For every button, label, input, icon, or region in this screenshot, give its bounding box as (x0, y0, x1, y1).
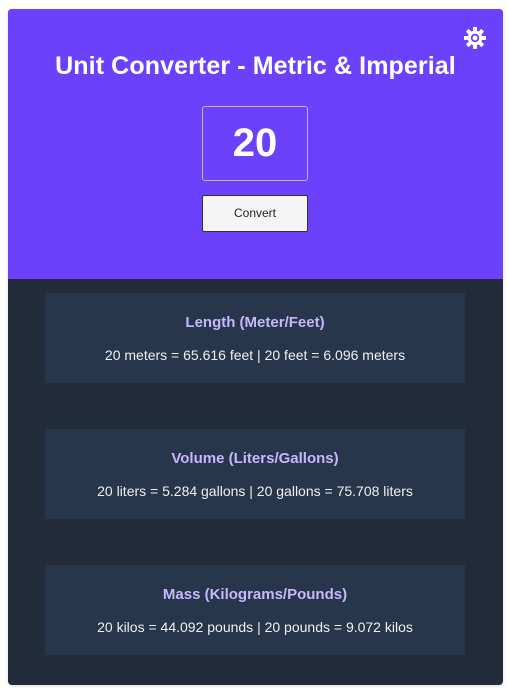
mass-result-panel: Mass (Kilograms/Pounds) 20 kilos = 44.09… (45, 565, 465, 655)
convert-button[interactable]: Convert (202, 195, 308, 232)
converter-card: Unit Converter - Metric & Imperial 20 Co… (8, 9, 503, 685)
gear-icon[interactable] (463, 26, 487, 50)
header-section: Unit Converter - Metric & Imperial 20 Co… (8, 9, 503, 279)
length-result-text: 20 meters = 65.616 feet | 20 feet = 6.09… (104, 347, 406, 363)
length-result-title: Length (Meter/Feet) (185, 314, 325, 331)
volume-result-title: Volume (Liters/Gallons) (171, 450, 339, 467)
volume-result-text: 20 liters = 5.284 gallons | 20 gallons =… (97, 483, 413, 499)
number-input[interactable]: 20 (202, 106, 308, 181)
page-title: Unit Converter - Metric & Imperial (55, 52, 456, 80)
mass-result-text: 20 kilos = 44.092 pounds | 20 pounds = 9… (97, 619, 413, 635)
mass-result-title: Mass (Kilograms/Pounds) (162, 586, 348, 603)
volume-result-panel: Volume (Liters/Gallons) 20 liters = 5.28… (45, 429, 465, 519)
length-result-panel: Length (Meter/Feet) 20 meters = 65.616 f… (45, 293, 465, 383)
